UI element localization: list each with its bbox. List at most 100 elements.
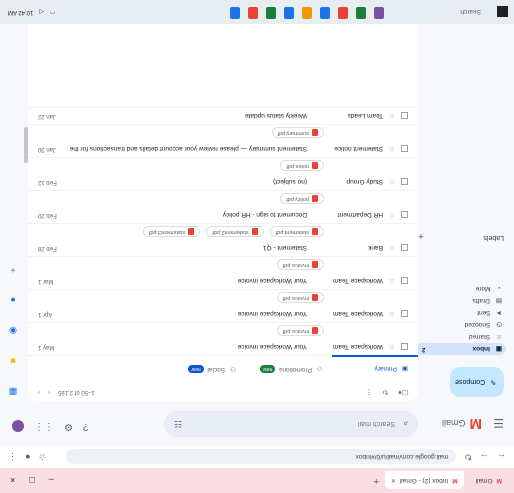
email-subject: Statement - Q1	[262, 244, 307, 252]
sidebar-item-starred[interactable]: ☆ Starred	[416, 331, 506, 343]
taskbar-search[interactable]: Search	[460, 9, 481, 16]
email-row[interactable]: ☆ Workspace Team Your Workspace invoice Apr…	[28, 289, 418, 322]
email-row[interactable]: ☆ Workspace Team Your Workspace invoice May…	[28, 322, 418, 355]
search-input[interactable]	[190, 420, 395, 428]
compose-button[interactable]: ✎ Compose	[450, 367, 504, 397]
sidebar-item-inbox[interactable]: ▣ Inbox 2	[416, 343, 506, 355]
attachment-chip[interactable]: notes.pdf	[280, 160, 324, 172]
url-field[interactable]: mail.google.com/mail/u/0/#inbox	[66, 449, 457, 465]
tab-promotions[interactable]: ◇ Promotions new	[246, 355, 332, 383]
star-icon[interactable]: ☆	[387, 277, 395, 285]
app-icon[interactable]	[338, 7, 348, 19]
sidebar-item-sent[interactable]: ➤ Sent	[416, 307, 506, 319]
star-icon[interactable]: ☆	[387, 343, 395, 351]
app-icon[interactable]	[266, 7, 276, 19]
attachment-chips: statement.pdf statement2.pdf statement3.pd…	[28, 224, 418, 240]
row-checkbox[interactable]	[401, 211, 408, 219]
browser-tab-gmail[interactable]: M Gmail	[470, 472, 508, 490]
app-icon[interactable]	[320, 7, 330, 19]
sidebar-item-drafts[interactable]: ▤ Drafts	[416, 295, 506, 307]
star-icon[interactable]: ☆	[387, 244, 395, 252]
close-tab-icon[interactable]: ×	[391, 476, 396, 485]
app-icon[interactable]	[356, 7, 366, 19]
refresh-icon[interactable]: ↻	[382, 388, 388, 396]
tab-label: Inbox (2) - Gmail	[399, 477, 449, 484]
select-all-checkbox[interactable]: ☐▾	[398, 388, 408, 396]
attachment-chip[interactable]: statement.pdf	[269, 226, 324, 238]
app-icon[interactable]	[248, 7, 258, 19]
reload-icon[interactable]: ↻	[464, 452, 472, 463]
account-avatar[interactable]	[12, 420, 24, 432]
apps-grid-icon[interactable]: ⋮⋮	[34, 420, 54, 432]
main-menu-icon[interactable]: ☰	[488, 417, 504, 431]
app-icon[interactable]	[230, 7, 240, 19]
attachment-chip[interactable]: statement2.pdf	[206, 226, 264, 238]
attachment-chip[interactable]: policy.pdf	[280, 193, 324, 205]
tasks-icon[interactable]: ◉	[9, 325, 17, 336]
browser-menu-icon[interactable]: ⋮	[8, 452, 17, 463]
email-row[interactable]: ☆ Workspace Team Your Workspace invoice Mar…	[28, 256, 418, 289]
add-label-icon[interactable]: +	[418, 230, 424, 241]
search-bar[interactable]: ⌕ ☷	[164, 411, 418, 437]
more-options-icon[interactable]: ⋮	[365, 388, 372, 396]
email-date: Mar 1	[38, 278, 54, 284]
search-icon[interactable]: ⌕	[403, 419, 408, 430]
maximize-icon[interactable]: □	[29, 476, 34, 486]
row-checkbox[interactable]	[401, 310, 408, 318]
row-checkbox[interactable]	[401, 277, 408, 285]
star-icon[interactable]: ☆	[387, 310, 395, 318]
gmail-favicon-icon: M	[496, 477, 502, 484]
back-icon[interactable]: ←	[497, 452, 506, 462]
contacts-icon[interactable]: ●	[10, 295, 15, 305]
settings-gear-icon[interactable]: ⚙	[64, 420, 73, 432]
close-window-icon[interactable]: ×	[10, 476, 15, 486]
profile-icon[interactable]: ●	[25, 452, 30, 463]
email-row[interactable]: ☆ Team Leads Weekly status update Jan 22	[28, 107, 418, 124]
star-icon[interactable]: ☆	[387, 112, 395, 120]
browser-tab-inbox[interactable]: M Inbox (2) - Gmail ×	[385, 471, 464, 490]
row-checkbox[interactable]	[401, 244, 408, 252]
app-icon[interactable]	[302, 7, 312, 19]
attachment-chip[interactable]: invoice.pdf	[276, 325, 324, 337]
sidebar-item-snoozed[interactable]: ◷ Snoozed	[416, 319, 506, 331]
attachment-chip[interactable]: invoice.pdf	[276, 292, 324, 304]
email-row[interactable]: ☆ Bank Statement - Q1 Feb 28 statement.pdf st…	[28, 223, 418, 256]
star-icon[interactable]: ☆	[387, 211, 395, 219]
attachment-chip[interactable]: invoice.pdf	[276, 259, 324, 271]
tab-primary[interactable]: ▣ Primary	[332, 355, 418, 383]
app-icon[interactable]	[284, 7, 294, 19]
sidebar-item-more[interactable]: ⌄ More	[416, 283, 506, 295]
help-icon[interactable]: ?	[83, 420, 89, 432]
email-row[interactable]: ☆ Study Group (no subject) Feb 12 notes.pdf	[28, 157, 418, 190]
volume-icon[interactable]: ◁	[39, 9, 44, 16]
prev-page-icon[interactable]: ‹	[48, 389, 50, 395]
gmail-logo-icon[interactable]: M	[470, 415, 483, 432]
row-checkbox[interactable]	[401, 145, 408, 153]
next-page-icon[interactable]: ›	[38, 389, 40, 395]
scrollbar[interactable]	[24, 127, 28, 163]
email-row[interactable]: ☆ HR Department Document to sign - HR poli…	[28, 190, 418, 223]
add-addon-icon[interactable]: +	[10, 265, 15, 275]
row-checkbox[interactable]	[401, 343, 408, 351]
forward-icon[interactable]: →	[480, 452, 489, 462]
attachment-chip[interactable]: statement3.pdf	[142, 226, 201, 238]
row-checkbox[interactable]	[401, 112, 408, 120]
minimize-icon[interactable]: –	[49, 476, 54, 486]
row-checkbox[interactable]	[401, 178, 408, 186]
wifi-icon[interactable]: ◠	[50, 9, 55, 16]
search-options-icon[interactable]: ☷	[174, 419, 182, 430]
star-icon[interactable]: ☆	[387, 145, 395, 153]
app-icon[interactable]	[374, 7, 384, 19]
calendar-icon[interactable]: ▦	[9, 386, 18, 397]
labels-header: Labels +	[418, 230, 504, 241]
attachment-chip[interactable]: summary.pdf	[271, 127, 324, 139]
email-row[interactable]: ☆ Statement notice Statement summary — ple…	[28, 124, 418, 157]
new-tab-icon[interactable]: +	[373, 475, 379, 486]
bookmark-star-icon[interactable]: ☆	[38, 452, 46, 463]
start-button[interactable]	[497, 6, 508, 18]
star-icon[interactable]: ☆	[387, 178, 395, 186]
address-bar: ← → ↻ mail.google.com/mail/u/0/#inbox ☆ …	[0, 446, 514, 468]
email-date: Jan 22	[38, 113, 57, 119]
tab-social[interactable]: ⚇ Social new	[160, 355, 246, 383]
keep-icon[interactable]: ■	[10, 356, 15, 366]
